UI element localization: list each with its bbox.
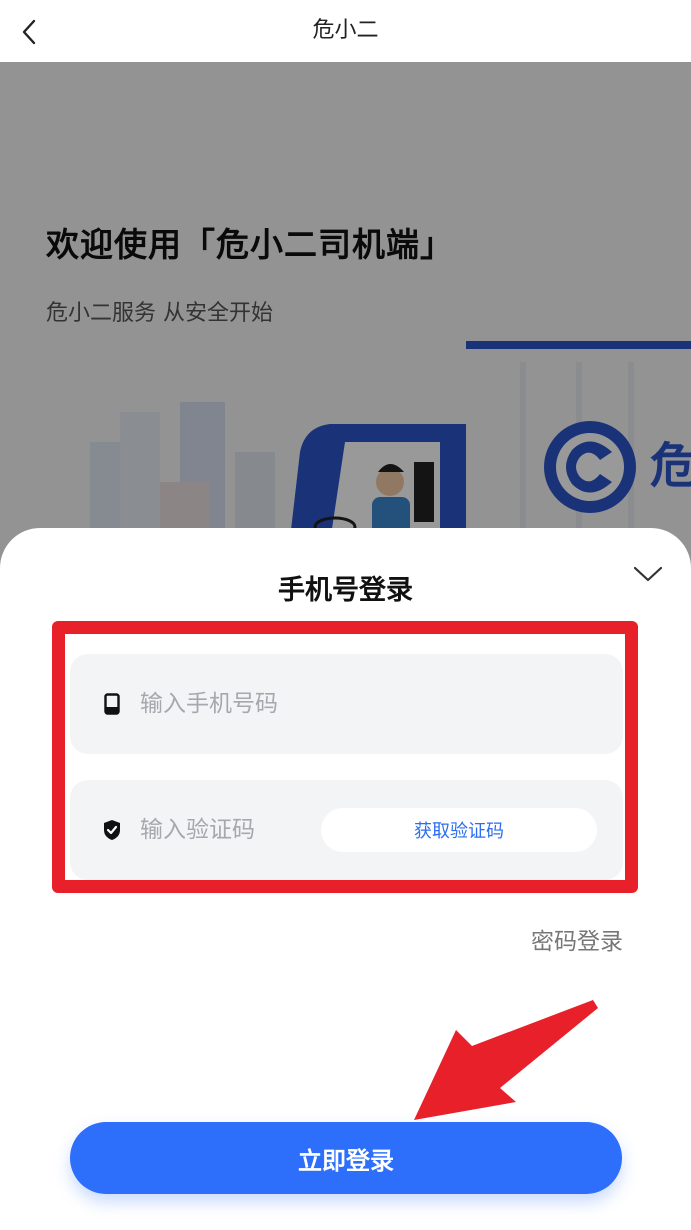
collapse-button[interactable] xyxy=(628,556,668,592)
annotation-highlight-box xyxy=(52,621,638,893)
password-login-link[interactable]: 密码登录 xyxy=(531,922,623,956)
annotation-arrow xyxy=(414,1000,598,1120)
sheet-title: 手机号登录 xyxy=(278,575,413,606)
top-navbar: 危小二 xyxy=(0,0,691,62)
login-button[interactable]: 立即登录 xyxy=(70,1122,622,1194)
page-title: 危小二 xyxy=(312,18,379,43)
chevron-down-icon xyxy=(633,566,663,582)
